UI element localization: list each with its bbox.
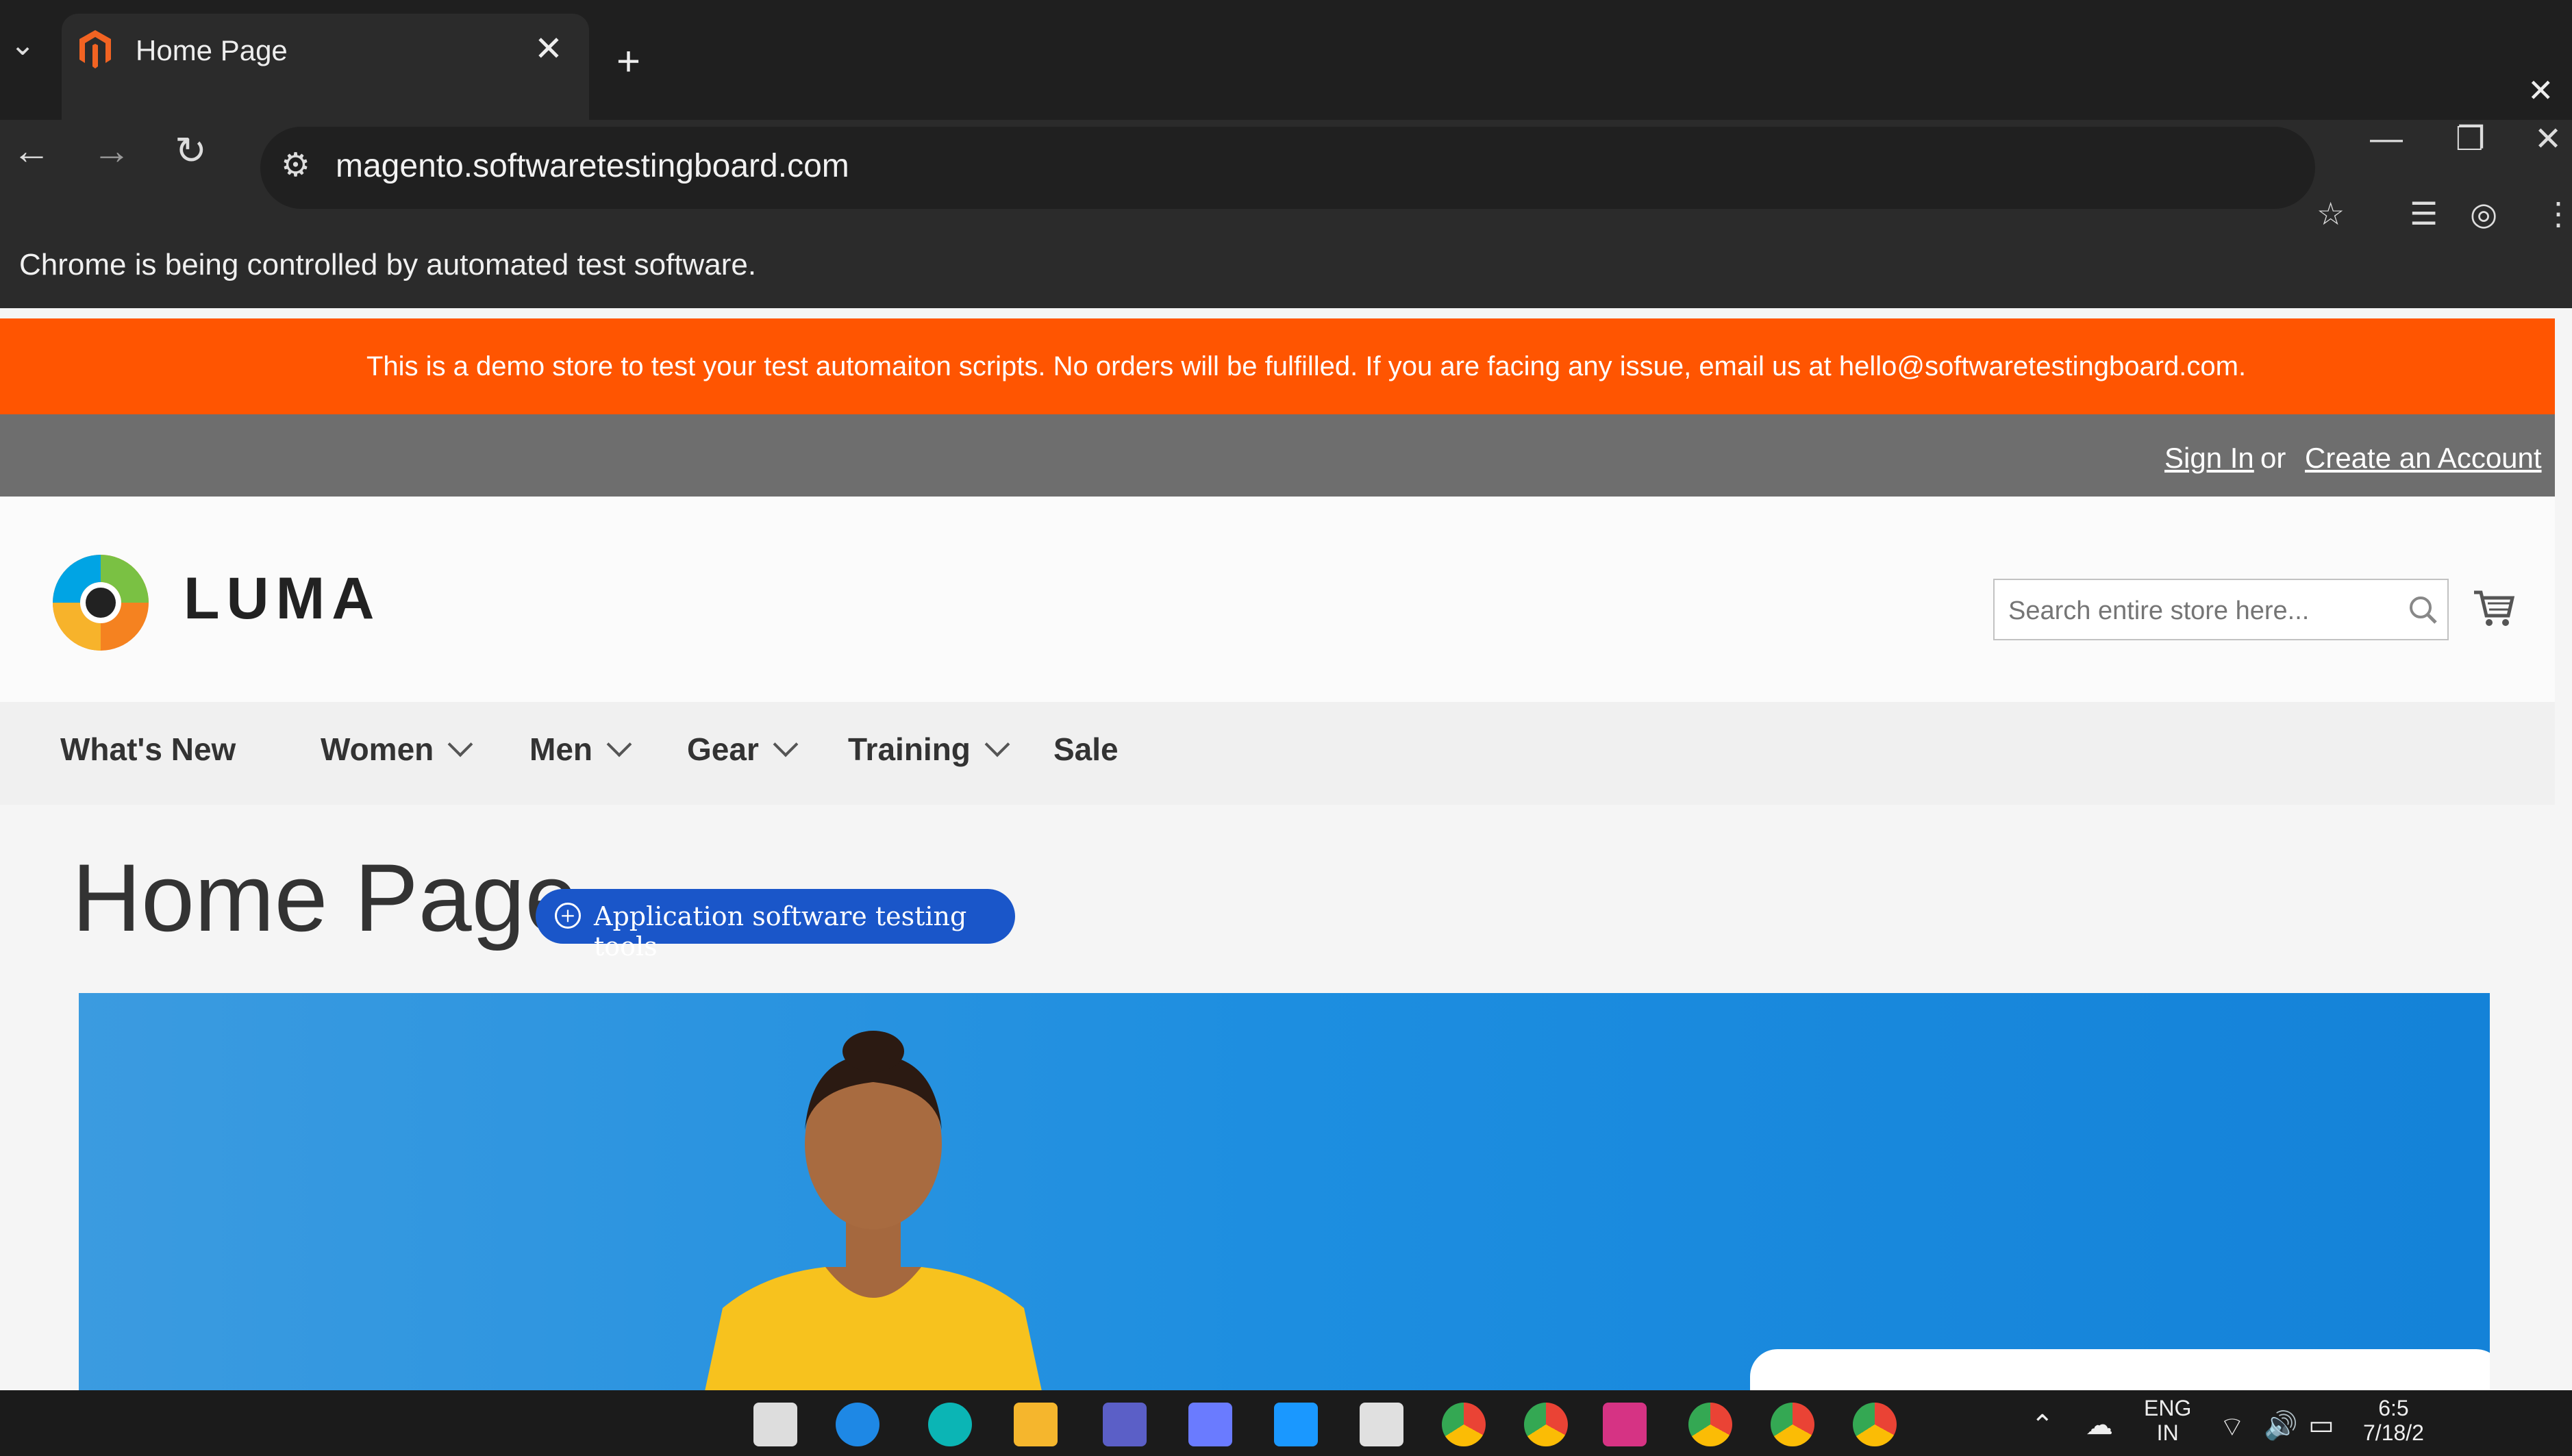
taskbar-file-explorer-icon[interactable]	[1014, 1403, 1058, 1446]
magento-favicon-icon	[79, 30, 111, 68]
taskbar-prime-video-icon[interactable]	[1274, 1403, 1318, 1446]
tab-strip: ⌄ Home Page ✕ +	[0, 0, 2572, 120]
tray-chevron-up-icon[interactable]: ⌃	[2031, 1409, 2054, 1441]
add-circle-icon: +	[555, 903, 581, 929]
nav-item-gear[interactable]: Gear	[687, 731, 799, 768]
account-header: Sign In or Create an Account	[0, 414, 2555, 497]
taskbar-app-icon[interactable]	[928, 1403, 972, 1446]
automation-infobar: Chrome is being controlled by automated …	[0, 233, 2572, 308]
language-code: ENG	[2144, 1396, 2192, 1420]
or-text: or	[2260, 442, 2286, 474]
bookmark-star-icon[interactable]: ☆	[2317, 195, 2345, 232]
reload-icon[interactable]: ↻	[175, 128, 207, 173]
taskbar-teams-icon[interactable]	[1103, 1403, 1147, 1446]
taskbar-edge-icon[interactable]	[836, 1403, 879, 1446]
site-settings-icon[interactable]: ⚙	[281, 146, 310, 184]
taskbar-chrome-icon[interactable]	[1442, 1403, 1486, 1446]
browser-menu-icon[interactable]: ⋮	[2543, 195, 2572, 232]
forward-icon[interactable]: →	[92, 128, 131, 173]
demo-notice-banner: This is a demo store to test your test a…	[0, 318, 2555, 414]
nav-label: Training	[848, 731, 971, 767]
page-title: Home Page	[72, 844, 579, 951]
chevron-down-icon	[447, 731, 473, 757]
profile-icon[interactable]: ◎	[2470, 195, 2497, 232]
tab-close-icon[interactable]: ✕	[534, 29, 563, 68]
cart-icon[interactable]	[2471, 586, 2517, 631]
nav-item-sale[interactable]: Sale	[1053, 731, 1119, 768]
new-tab-button[interactable]: +	[616, 38, 640, 85]
clock[interactable]: 6:5 7/18/2	[2363, 1396, 2424, 1445]
clock-time: 6:5	[2378, 1396, 2409, 1420]
chevron-down-icon	[606, 731, 632, 757]
bookmark-tooltip-button[interactable]: + Application software testing tools	[536, 889, 1015, 962]
taskbar-intellij-icon[interactable]	[1603, 1403, 1647, 1446]
nav-label: Gear	[687, 731, 759, 767]
nav-label: What's New	[60, 731, 236, 767]
search-icon[interactable]	[2406, 590, 2440, 631]
nav-label: Sale	[1053, 731, 1119, 767]
restore-icon[interactable]: ❐	[2456, 120, 2485, 158]
taskbar-app-icon[interactable]	[753, 1403, 797, 1446]
hero-info-card	[1750, 1349, 2490, 1390]
nav-item-men[interactable]: Men	[529, 731, 632, 768]
logo-text[interactable]: LUMA	[184, 565, 381, 633]
web-page: This is a demo store to test your test a…	[0, 308, 2572, 1390]
taskbar-chrome-icon[interactable]	[1524, 1403, 1568, 1446]
infobar-close-icon[interactable]: ✕	[2527, 72, 2554, 109]
hero-banner[interactable]	[79, 993, 2490, 1390]
demo-notice-text: This is a demo store to test your test a…	[366, 351, 2247, 381]
address-bar[interactable]: ⚙ magento.softwaretestingboard.com	[260, 127, 2315, 209]
create-account-link[interactable]: Create an Account	[2305, 442, 2542, 475]
taskbar-chrome-icon[interactable]	[1853, 1403, 1897, 1446]
region-code: IN	[2156, 1420, 2179, 1445]
taskbar-copilot-icon[interactable]	[1188, 1403, 1232, 1446]
search-input[interactable]	[2008, 592, 2392, 629]
back-icon[interactable]: ←	[12, 128, 51, 173]
search-box	[1993, 579, 2449, 640]
minimize-icon[interactable]: —	[2370, 120, 2403, 158]
chevron-down-icon	[773, 731, 799, 757]
windows-taskbar: ⌃ ☁ ENG IN ⌔ 🔊 ▭ 6:5 7/18/2	[0, 1390, 2572, 1456]
luma-logo-icon[interactable]	[49, 551, 152, 654]
chevron-down-icon	[984, 731, 1010, 757]
bookmark-tooltip-label: Application software testing tools	[594, 901, 967, 962]
store-header: LUMA	[0, 497, 2555, 702]
taskbar-chrome-icon[interactable]	[1688, 1403, 1732, 1446]
taskbar-store-icon[interactable]	[1360, 1403, 1403, 1446]
nav-label: Women	[321, 731, 434, 767]
onedrive-cloud-icon[interactable]: ☁	[2086, 1409, 2113, 1441]
battery-icon[interactable]: ▭	[2308, 1409, 2334, 1441]
hero-woman-image	[705, 1031, 1042, 1390]
url-text[interactable]: magento.softwaretestingboard.com	[336, 147, 849, 185]
nav-item-women[interactable]: Women	[321, 731, 473, 768]
window-close-icon[interactable]: ✕	[2534, 120, 2562, 158]
clock-date: 7/18/2	[2363, 1420, 2424, 1445]
sign-in-link[interactable]: Sign In	[2164, 442, 2254, 475]
nav-item-training[interactable]: Training	[848, 731, 1010, 768]
language-indicator[interactable]: ENG IN	[2144, 1396, 2191, 1445]
tab-search-icon[interactable]: ☰	[2410, 195, 2438, 232]
taskbar-chrome-icon[interactable]	[1771, 1403, 1814, 1446]
wifi-icon[interactable]: ⌔	[2219, 1409, 2245, 1444]
nav-label: Men	[529, 731, 592, 767]
nav-item-whats-new[interactable]: What's New	[60, 731, 236, 768]
tab-home-page[interactable]: Home Page ✕	[62, 14, 589, 120]
volume-icon[interactable]: 🔊	[2264, 1409, 2298, 1442]
tab-list-chevron-icon[interactable]: ⌄	[5, 27, 40, 68]
tab-title: Home Page	[136, 34, 288, 66]
category-navigation: What's New Women Men Gear Training Sale	[0, 702, 2555, 805]
infobar-message: Chrome is being controlled by automated …	[19, 248, 757, 281]
